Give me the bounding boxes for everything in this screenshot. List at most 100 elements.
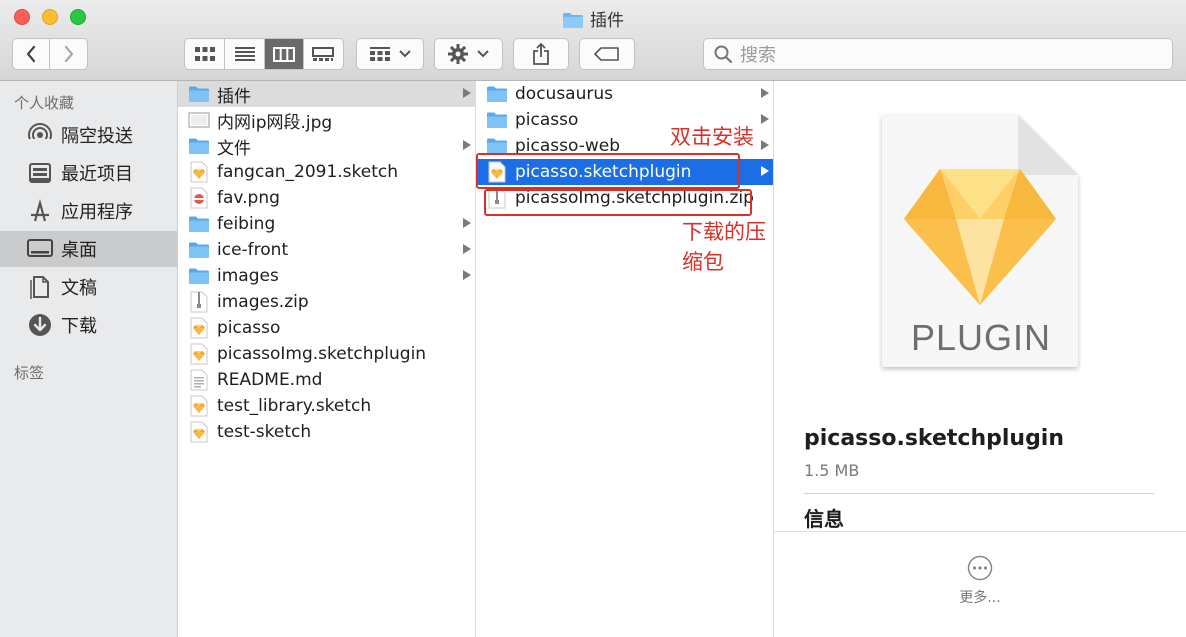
sidebar-item-label: 文稿 [61, 278, 97, 299]
file-row[interactable]: ice-front [178, 237, 475, 263]
back-button[interactable] [13, 39, 51, 69]
disclosure-arrow-icon [761, 114, 769, 124]
file-row[interactable]: feibing [178, 211, 475, 237]
file-row[interactable]: images [178, 263, 475, 289]
file-row[interactable]: picassoImg.sketchplugin [178, 341, 475, 367]
airdrop-icon [27, 122, 53, 148]
sidebar-item-documents[interactable]: 文稿 [0, 269, 177, 305]
more-button[interactable] [967, 555, 993, 585]
file-name: images [217, 266, 279, 286]
tag-icon [594, 47, 619, 61]
folder-icon [486, 109, 508, 131]
folder-icon [486, 83, 508, 105]
file-name: feibing [217, 214, 276, 234]
gear-icon [448, 44, 468, 64]
disclosure-arrow-icon [463, 88, 471, 98]
folder-icon [188, 135, 210, 157]
file-row[interactable]: 文件 [178, 133, 475, 159]
preview-info-header: 信息 [804, 507, 844, 531]
folder-icon [563, 13, 583, 28]
sidebar-item-applications[interactable]: 应用程序 [0, 193, 177, 229]
disclosure-arrow-icon [463, 218, 471, 228]
png-file-icon [188, 187, 210, 209]
view-mode-control [184, 38, 344, 70]
icon-grid-icon [194, 47, 215, 61]
tags-button[interactable] [579, 38, 635, 70]
annotation-zip: 下载的压缩包 [682, 220, 766, 274]
sidebar-favorites-header: 个人收藏 [14, 94, 75, 112]
file-name: picasso [515, 110, 579, 130]
file-name: docusaurus [515, 84, 613, 104]
file-name: picasso [217, 318, 281, 338]
column-desktop: 插件 内网ip网段.jpg 文件 fangcan_2091.sketch fav… [178, 81, 476, 637]
preview-file-size: 1.5 MB [804, 461, 860, 480]
disclosure-arrow-icon [761, 166, 769, 176]
icon-view-button[interactable] [185, 39, 226, 69]
disclosure-arrow-icon [761, 88, 769, 98]
sidebar-item-label: 最近项目 [61, 164, 133, 185]
folder-icon [188, 213, 210, 235]
file-row[interactable]: 内网ip网段.jpg [178, 107, 475, 133]
search-input[interactable] [738, 42, 1162, 68]
file-name: test-sketch [217, 422, 312, 442]
file-name: README.md [217, 370, 323, 390]
preview-divider [804, 493, 1154, 494]
sidebar-item-label: 桌面 [61, 240, 97, 261]
file-row[interactable]: README.md [178, 367, 475, 393]
file-name: picassoImg.sketchplugin [217, 344, 427, 364]
group-grid-icon [369, 47, 390, 61]
forward-button[interactable] [50, 39, 87, 69]
share-button[interactable] [513, 38, 569, 70]
file-row[interactable]: fav.png [178, 185, 475, 211]
sidebar-item-airdrop[interactable]: 隔空投送 [0, 117, 177, 153]
gallery-view-button[interactable] [304, 39, 343, 69]
file-row[interactable]: test-sketch [178, 419, 475, 445]
file-row-plugins[interactable]: 插件 [178, 81, 475, 107]
folder-icon [188, 83, 210, 105]
annotation-box-install [476, 153, 740, 189]
disclosure-arrow-icon [463, 244, 471, 254]
file-name: 文件 [217, 138, 251, 159]
column-view-button[interactable] [264, 39, 304, 69]
file-row[interactable]: docusaurus [476, 81, 773, 107]
sidebar: 个人收藏 隔空投送 最近项目 应用程序 桌面 文稿 下载 标签 [0, 81, 178, 637]
chevron-down-icon [398, 50, 411, 58]
file-row[interactable]: images.zip [178, 289, 475, 315]
search-icon [714, 45, 732, 63]
file-name: test_library.sketch [217, 396, 372, 416]
toolbar: 插件 [0, 0, 1186, 81]
sidebar-item-label: 隔空投送 [61, 126, 133, 147]
file-name: 内网ip网段.jpg [217, 112, 333, 133]
file-name: 插件 [217, 86, 251, 107]
file-row[interactable]: test_library.sketch [178, 393, 475, 419]
columns-icon [272, 46, 295, 62]
chevron-right-icon [64, 45, 73, 63]
share-icon [533, 43, 549, 65]
chevron-down-icon [477, 50, 489, 58]
sidebar-item-downloads[interactable]: 下载 [0, 307, 177, 343]
window-title: 插件 [0, 6, 1186, 31]
sidebar-item-desktop[interactable]: 桌面 [0, 231, 177, 267]
file-name: fangcan_2091.sketch [217, 162, 399, 182]
group-by-button[interactable] [356, 38, 424, 70]
file-row[interactable]: picasso [178, 315, 475, 341]
gallery-icon [312, 46, 335, 61]
sketch-file-icon [188, 421, 210, 443]
list-view-button[interactable] [225, 39, 265, 69]
file-name: images.zip [217, 292, 309, 312]
annotation-box-zip [484, 189, 752, 216]
file-row[interactable]: fangcan_2091.sketch [178, 159, 475, 185]
nav-buttons [12, 38, 88, 70]
more-label[interactable]: 更多... [934, 587, 1026, 607]
annotation-install: 双击安装 [670, 125, 754, 149]
text-file-icon [188, 369, 210, 391]
image-file-icon [188, 109, 210, 131]
file-name: fav.png [217, 188, 280, 208]
search-field[interactable] [703, 38, 1173, 70]
action-button[interactable] [434, 38, 503, 70]
finder-window: 插件 搜索 个人收藏 隔空投送 最近项目 应用程序 桌面 文稿 下载 标签 插件… [0, 0, 1186, 637]
more-icon [967, 555, 993, 581]
window-title-text: 插件 [590, 11, 624, 31]
file-name: ice-front [217, 240, 289, 260]
sidebar-item-recents[interactable]: 最近项目 [0, 155, 177, 191]
